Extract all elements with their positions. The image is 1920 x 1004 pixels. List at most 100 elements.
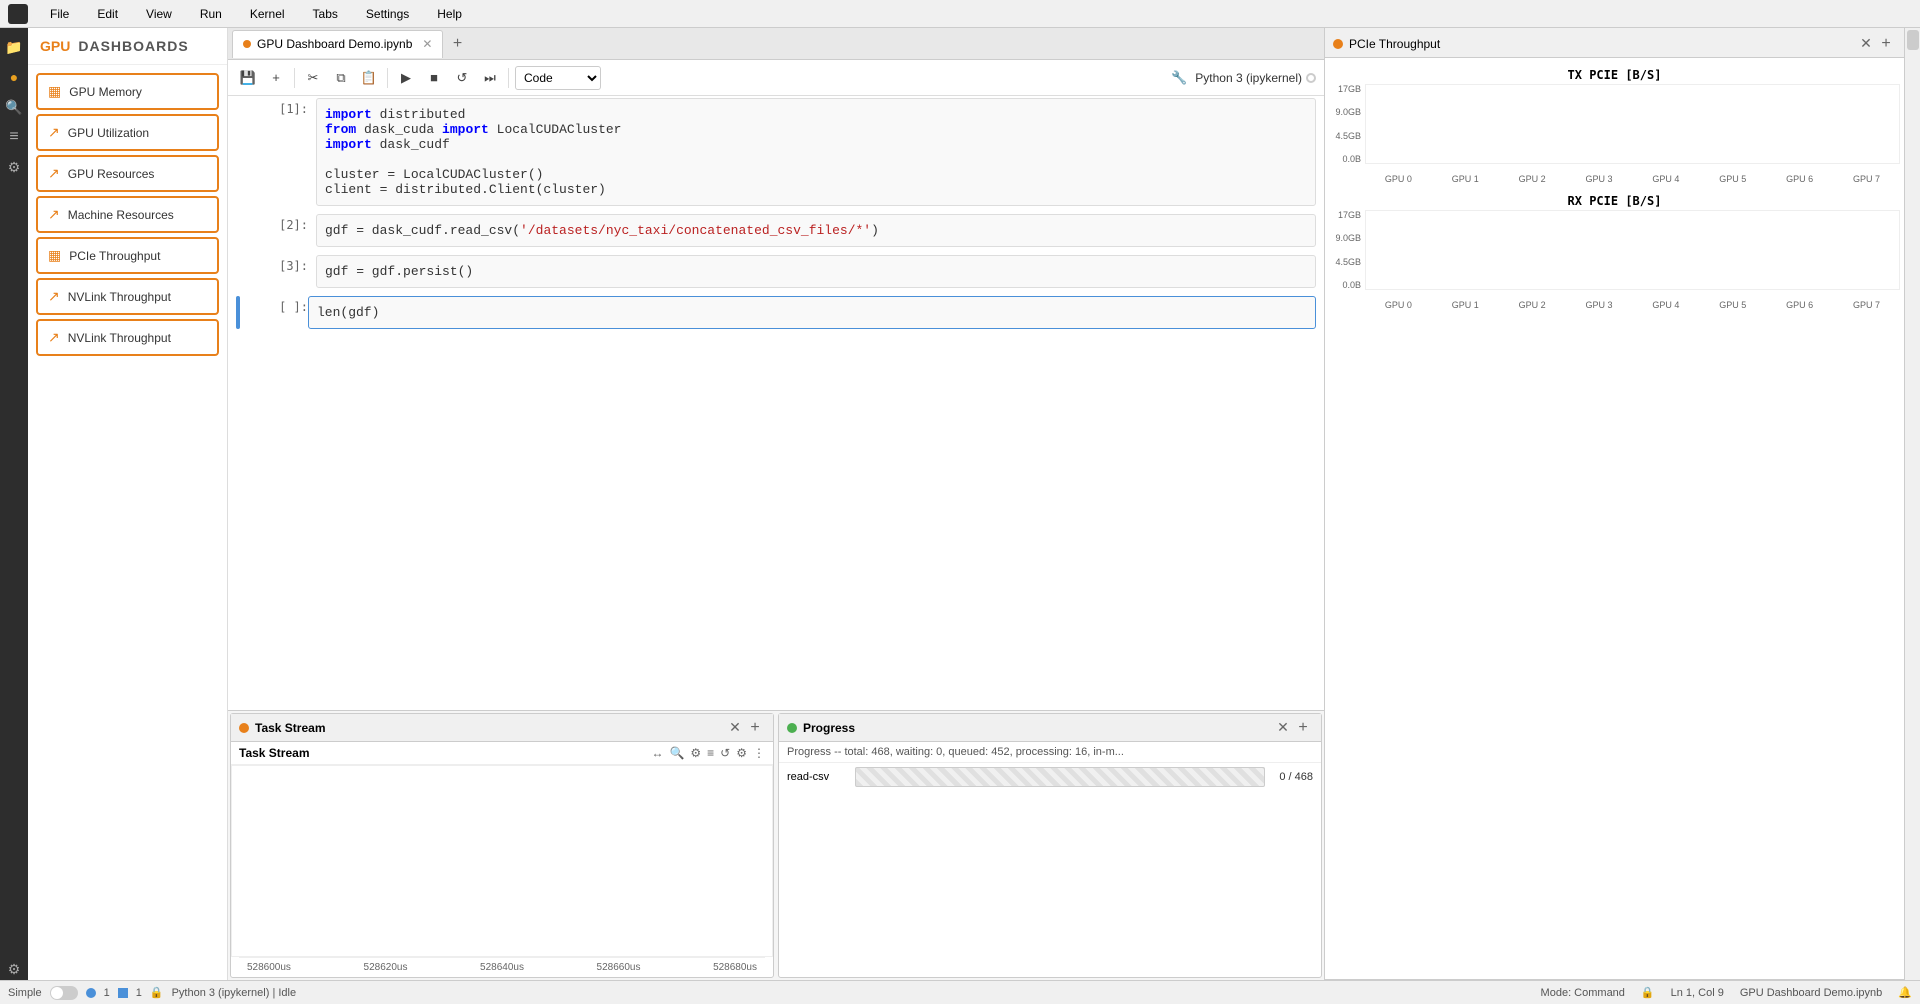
cell-delete-button[interactable]: 🗑	[1292, 301, 1309, 317]
progress-add-button[interactable]: +	[1293, 718, 1313, 738]
task-stream-close-button[interactable]: ✕	[725, 718, 745, 738]
pcie-panel-title: PCIe Throughput	[1349, 37, 1856, 51]
sidebar-btn-machine-resources[interactable]: ↗ Machine Resources	[36, 196, 219, 233]
run-button[interactable]: ▶	[394, 66, 418, 90]
cell-copy-button[interactable]: ⧉	[1218, 301, 1227, 317]
timeline-1: 528620us	[364, 962, 408, 973]
pcie-close-button[interactable]: ✕	[1856, 34, 1876, 54]
progress-header: Progress ✕ +	[779, 714, 1321, 742]
menu-settings[interactable]: Settings	[360, 5, 415, 23]
cell-1-content[interactable]: import distributed from dask_cuda import…	[316, 98, 1316, 206]
pcie-panel-dot	[1333, 39, 1343, 49]
toggle-track[interactable]	[50, 986, 78, 1000]
cell-4-content[interactable]: len(gdf) ⧉ ↑ ↓ 🔗 💬 🗑	[308, 296, 1316, 329]
lock-icon: 🔒	[1641, 986, 1655, 999]
task-resize-icon[interactable]: ↔	[651, 746, 663, 760]
pcie-tx-gpu7: GPU 7	[1853, 174, 1880, 184]
task-more-icon[interactable]: ⋮	[753, 746, 765, 760]
icon-bar-settings[interactable]: ⚙	[3, 958, 25, 980]
menu-help[interactable]: Help	[431, 5, 468, 23]
center-area: GPU Dashboard Demo.ipynb ✕ + 💾 + ✂ ⧉ 📋 ▶…	[228, 28, 1324, 980]
save-button[interactable]: 💾	[236, 66, 260, 90]
sidebar-btn-gpu-memory[interactable]: ▦ GPU Memory	[36, 73, 219, 110]
task-refresh-icon[interactable]: ↺	[720, 746, 730, 760]
scroll-thumb[interactable]	[1907, 30, 1919, 50]
tab-close-icon[interactable]: ✕	[422, 37, 432, 51]
pcie-rx-y0: 17GB	[1329, 210, 1361, 220]
cell-1: [1]: import distributed from dask_cuda i…	[228, 96, 1324, 208]
gpu-util-label: GPU Utilization	[68, 126, 149, 140]
sidebar-btn-nvlink1[interactable]: ↗ NVLink Throughput	[36, 278, 219, 315]
trusted-icon: 🔒	[150, 986, 164, 999]
cell-down-button[interactable]: ↓	[1242, 301, 1249, 317]
cell-comment-button[interactable]: 💬	[1272, 301, 1288, 317]
task-zoom-icon[interactable]: 🔍	[669, 746, 684, 760]
kernel-status-label: Python 3 (ipykernel) | Idle	[172, 987, 297, 999]
icon-bar-search[interactable]: 🔍	[3, 96, 25, 118]
task-config-icon[interactable]: ⚙	[736, 746, 747, 760]
cut-button[interactable]: ✂	[301, 66, 325, 90]
sidebar-btn-nvlink2[interactable]: ↗ NVLink Throughput	[36, 319, 219, 356]
pcie-tx-gpu3: GPU 3	[1586, 174, 1613, 184]
pcie-tx-bars	[1365, 84, 1900, 164]
cell-2-content[interactable]: gdf = dask_cudf.read_csv('/datasets/nyc_…	[316, 214, 1316, 247]
add-cell-button[interactable]: +	[264, 66, 288, 90]
icon-bar-circle[interactable]: ●	[3, 66, 25, 88]
cell-num: 1	[136, 987, 142, 999]
toolbar-sep-3	[508, 68, 509, 88]
nvlink1-label: NVLink Throughput	[68, 290, 171, 304]
notebook-add-tab-button[interactable]: +	[445, 32, 469, 56]
machine-res-label: Machine Resources	[68, 208, 174, 222]
progress-title: Progress	[803, 721, 1273, 735]
sidebar-nav: ▦ GPU Memory ↗ GPU Utilization ↗ GPU Res…	[28, 65, 227, 364]
menu-edit[interactable]: Edit	[91, 5, 124, 23]
cell-4-prompt: [ ]:	[248, 296, 308, 314]
menu-kernel[interactable]: Kernel	[244, 5, 291, 23]
paste-button[interactable]: 📋	[357, 66, 381, 90]
gpu-memory-icon: ▦	[48, 83, 61, 100]
pcie-add-button[interactable]: +	[1876, 34, 1896, 54]
pcie-tx-y0: 17GB	[1329, 84, 1361, 94]
stop-button[interactable]: ■	[422, 66, 446, 90]
cell-link-button[interactable]: 🔗	[1252, 301, 1268, 317]
cell-3-content[interactable]: gdf = gdf.persist()	[316, 255, 1316, 288]
menu-tabs[interactable]: Tabs	[307, 5, 344, 23]
cell-4-indicator	[236, 296, 240, 329]
toggle-thumb	[51, 987, 63, 999]
task-link-icon[interactable]: ⚙	[690, 746, 701, 760]
icon-bar-folder[interactable]: 📁	[3, 36, 25, 58]
cell-up-button[interactable]: ↑	[1231, 301, 1238, 317]
pcie-rx-gpu2: GPU 2	[1519, 300, 1546, 310]
menu-file[interactable]: File	[44, 5, 75, 23]
task-stream-toolbar: Task Stream ↔ 🔍 ⚙ ≡ ↺ ⚙ ⋮	[231, 742, 773, 765]
cell-1-code: import distributed from dask_cuda import…	[325, 107, 1307, 197]
icon-bar-puzzle[interactable]: ⚙	[3, 156, 25, 178]
pcie-rx-section: RX PCIE [B/S] 17GB 9.0GB 4.5GB 0.0B GPU …	[1329, 192, 1900, 310]
task-stream-add-button[interactable]: +	[745, 718, 765, 738]
alert-icon: 🔔	[1898, 986, 1912, 999]
menu-view[interactable]: View	[140, 5, 178, 23]
right-scrollbar[interactable]	[1904, 28, 1920, 980]
restart-run-button[interactable]: ⏭	[478, 66, 502, 90]
menu-run[interactable]: Run	[194, 5, 228, 23]
task-stream-panel: Task Stream ✕ + Task Stream ↔ 🔍 ⚙ ≡ ↺ ⚙ …	[230, 713, 774, 978]
notebook-tab[interactable]: GPU Dashboard Demo.ipynb ✕	[232, 30, 443, 58]
cell-3: [3]: gdf = gdf.persist()	[228, 253, 1324, 290]
pcie-rx-gpu0: GPU 0	[1385, 300, 1412, 310]
copy-button[interactable]: ⧉	[329, 66, 353, 90]
cell-3-code: gdf = gdf.persist()	[325, 264, 1307, 279]
kernel-settings-button[interactable]: 🔧	[1167, 66, 1191, 90]
icon-bar-layers[interactable]: ≡	[3, 126, 25, 148]
progress-close-button[interactable]: ✕	[1273, 718, 1293, 738]
restart-button[interactable]: ↺	[450, 66, 474, 90]
sidebar-btn-pcie[interactable]: ▦ PCIe Throughput	[36, 237, 219, 274]
cell-type-select[interactable]: Code Markdown Raw	[515, 66, 601, 90]
cell-1-prompt: [1]:	[248, 98, 308, 116]
sidebar-btn-gpu-utilization[interactable]: ↗ GPU Utilization	[36, 114, 219, 151]
progress-header-text: Progress -- total: 468, waiting: 0, queu…	[779, 742, 1321, 763]
cell-3-prompt: [3]:	[248, 255, 308, 273]
sidebar-btn-gpu-resources[interactable]: ↗ GPU Resources	[36, 155, 219, 192]
simple-toggle[interactable]	[50, 986, 78, 1000]
task-settings-icon[interactable]: ≡	[707, 746, 714, 760]
pcie-rx-y2: 4.5GB	[1329, 257, 1361, 267]
